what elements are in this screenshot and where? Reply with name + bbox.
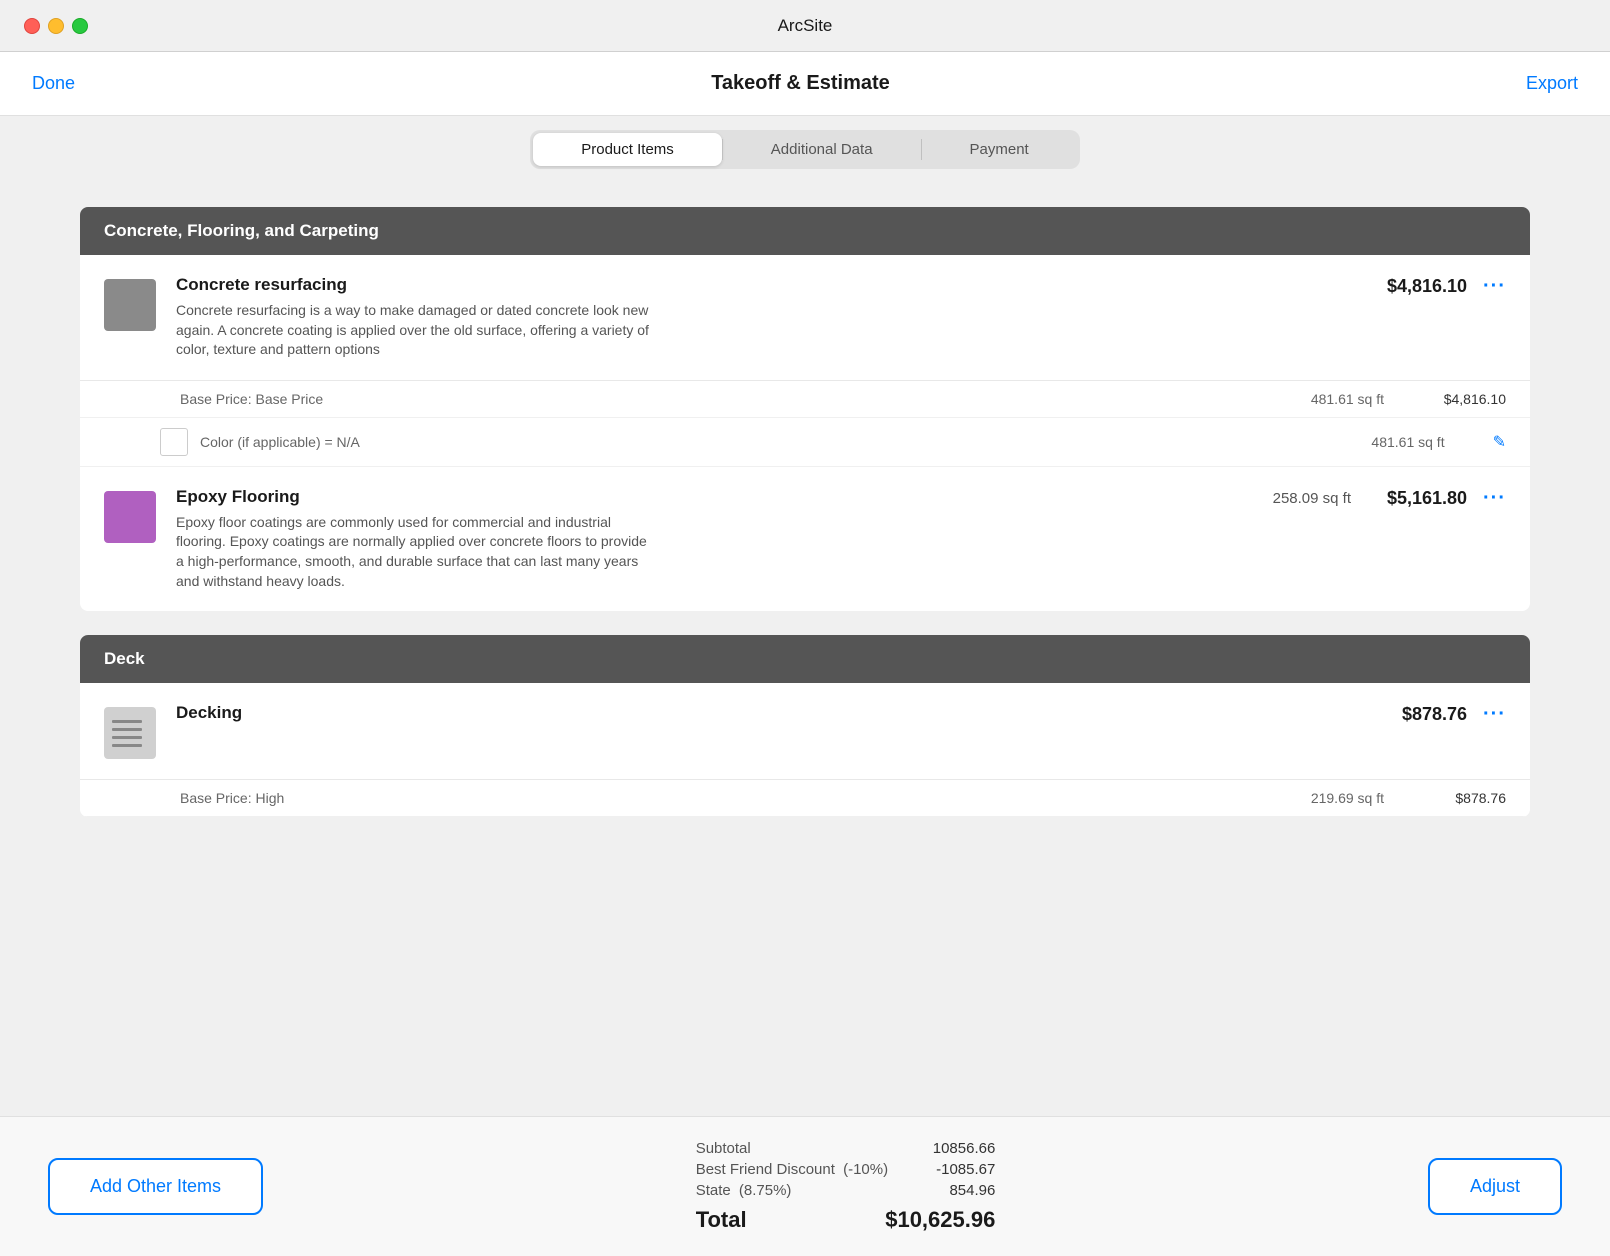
title-bar: ArcSite	[0, 0, 1610, 52]
color-label-concrete: Color (if applicable) = N/A	[200, 434, 1325, 450]
product-info-concrete: Concrete resurfacing Concrete resurfacin…	[176, 275, 1347, 360]
subrow-decking-price: $878.76	[1416, 790, 1506, 806]
subrow-concrete-base: Base Price: Base Price 481.61 sq ft $4,8…	[80, 381, 1530, 418]
state-row: State (8.75%) 854.96	[696, 1182, 996, 1199]
totals-section: Subtotal 10856.66 Best Friend Discount (…	[696, 1140, 996, 1233]
state-value: 854.96	[949, 1182, 995, 1199]
product-item-epoxy: Epoxy Flooring Epoxy floor coatings are …	[80, 467, 1530, 611]
subrow-decking-base: Base Price: High 219.69 sq ft $878.76	[80, 780, 1530, 817]
main-content: Concrete, Flooring, and Carpeting Concre…	[0, 183, 1610, 1116]
export-button[interactable]: Export	[1526, 73, 1578, 94]
total-label: Total	[696, 1207, 747, 1233]
product-info-decking: Decking	[176, 703, 1347, 729]
list-line-1	[112, 720, 142, 723]
tab-product-items[interactable]: Product Items	[533, 133, 722, 166]
tab-bar: Product Items Additional Data Payment	[0, 116, 1610, 183]
product-thumbnail-epoxy	[104, 491, 156, 543]
list-line-3	[112, 736, 142, 739]
product-right-concrete: $4,816.10 ···	[1367, 275, 1506, 298]
page-title: Takeoff & Estimate	[711, 72, 890, 95]
product-info-epoxy: Epoxy Flooring Epoxy floor coatings are …	[176, 487, 1253, 591]
more-options-decking[interactable]: ···	[1483, 703, 1506, 726]
subrow-decking-label: Base Price: High	[180, 790, 1264, 806]
product-price-decking: $878.76	[1367, 704, 1467, 725]
maximize-button[interactable]	[72, 18, 88, 34]
add-other-items-button[interactable]: Add Other Items	[48, 1158, 263, 1215]
list-line-2	[112, 728, 142, 731]
tab-additional-data[interactable]: Additional Data	[723, 133, 921, 166]
subtotal-label: Subtotal	[696, 1140, 751, 1157]
discount-value: -1085.67	[936, 1161, 995, 1178]
color-row-concrete: Color (if applicable) = N/A 481.61 sq ft…	[80, 418, 1530, 467]
product-item-concrete-resurfacing: Concrete resurfacing Concrete resurfacin…	[80, 255, 1530, 381]
product-right-decking: $878.76 ···	[1367, 703, 1506, 726]
section-header-deck: Deck	[80, 635, 1530, 683]
discount-row: Best Friend Discount (-10%) -1085.67	[696, 1161, 996, 1178]
header: Done Takeoff & Estimate Export	[0, 52, 1610, 116]
traffic-lights	[24, 18, 88, 34]
section-header-concrete: Concrete, Flooring, and Carpeting	[80, 207, 1530, 255]
adjust-button[interactable]: Adjust	[1428, 1158, 1562, 1215]
product-thumbnail-concrete	[104, 279, 156, 331]
subrow-decking-qty: 219.69 sq ft	[1264, 790, 1384, 806]
done-button[interactable]: Done	[32, 73, 75, 94]
product-price-concrete: $4,816.10	[1367, 276, 1467, 297]
product-name-decking: Decking	[176, 703, 1347, 723]
product-name-epoxy: Epoxy Flooring	[176, 487, 1253, 507]
tab-payment[interactable]: Payment	[922, 133, 1077, 166]
section-concrete-flooring: Concrete, Flooring, and Carpeting Concre…	[80, 207, 1530, 611]
product-right-epoxy: 258.09 sq ft $5,161.80 ···	[1273, 487, 1506, 510]
product-desc-epoxy: Epoxy floor coatings are commonly used f…	[176, 513, 656, 591]
product-desc-concrete: Concrete resurfacing is a way to make da…	[176, 301, 656, 360]
subrow-concrete-label: Base Price: Base Price	[180, 391, 1264, 407]
app-window: Done Takeoff & Estimate Export Product I…	[0, 52, 1610, 1256]
subtotal-value: 10856.66	[933, 1140, 996, 1157]
product-item-decking: Decking $878.76 ···	[80, 683, 1530, 780]
product-name-concrete: Concrete resurfacing	[176, 275, 1347, 295]
list-line-4	[112, 744, 142, 747]
color-qty-concrete: 481.61 sq ft	[1325, 434, 1445, 450]
more-options-concrete[interactable]: ···	[1483, 275, 1506, 298]
total-value: $10,625.96	[885, 1207, 995, 1233]
subtotal-row: Subtotal 10856.66	[696, 1140, 996, 1157]
product-price-epoxy: $5,161.80	[1367, 488, 1467, 509]
section-deck: Deck Decking $878.76 ··· Ba	[80, 635, 1530, 817]
subrow-concrete-qty: 481.61 sq ft	[1264, 391, 1384, 407]
tab-group: Product Items Additional Data Payment	[530, 130, 1079, 169]
footer: Add Other Items Subtotal 10856.66 Best F…	[0, 1116, 1610, 1256]
product-qty-epoxy: 258.09 sq ft	[1273, 490, 1351, 507]
color-swatch-concrete	[160, 428, 188, 456]
total-row: Total $10,625.96	[696, 1207, 996, 1233]
product-thumbnail-decking	[104, 707, 156, 759]
minimize-button[interactable]	[48, 18, 64, 34]
close-button[interactable]	[24, 18, 40, 34]
app-title: ArcSite	[778, 16, 833, 36]
subrow-concrete-price: $4,816.10	[1416, 391, 1506, 407]
more-options-epoxy[interactable]: ···	[1483, 487, 1506, 510]
discount-label: Best Friend Discount (-10%)	[696, 1161, 888, 1178]
state-label: State (8.75%)	[696, 1182, 792, 1199]
edit-icon-concrete[interactable]: ✎	[1493, 432, 1506, 452]
